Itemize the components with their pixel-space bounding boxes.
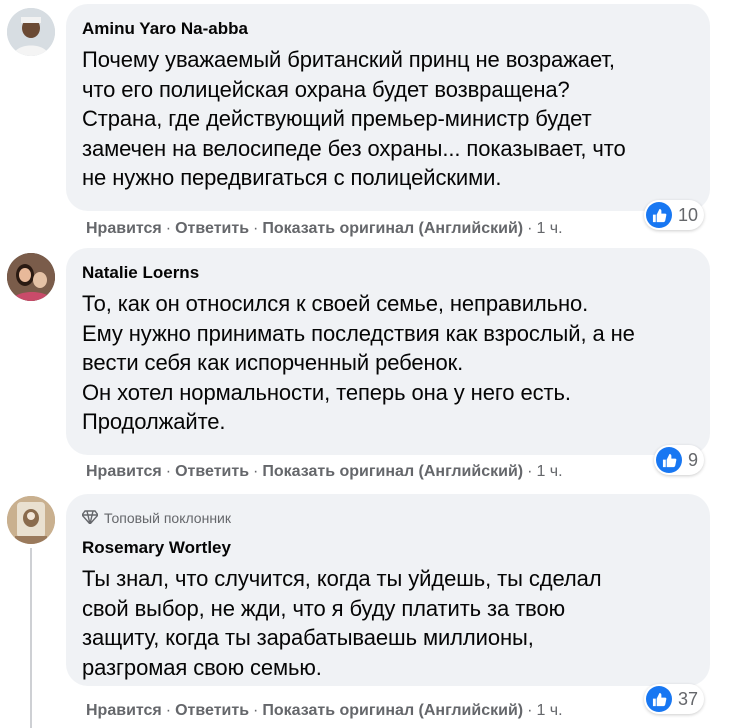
comment-text: Почему уважаемый британский принц не воз… bbox=[82, 47, 626, 190]
comment-text: То, как он относился к своей семье, непр… bbox=[82, 291, 635, 434]
comment-1: Aminu Yaro Na-abba Почему уважаемый брит… bbox=[0, 0, 740, 245]
reactions-count: 37 bbox=[678, 688, 699, 709]
comment-3: Топовый поклонник Rosemary Wortley Ты зн… bbox=[0, 490, 740, 728]
avatar[interactable] bbox=[7, 253, 55, 301]
comment-time[interactable]: 1 ч. bbox=[536, 463, 562, 480]
reactions-count: 10 bbox=[678, 204, 699, 225]
comment-bubble: Natalie Loerns То, как он относился к св… bbox=[66, 248, 710, 455]
comment-text: Ты знал, что случится, когда ты уйдешь, … bbox=[82, 566, 602, 680]
thumbs-up-icon bbox=[646, 202, 672, 228]
reactions-pill[interactable]: 37 bbox=[644, 684, 705, 714]
reply-link[interactable]: Ответить bbox=[175, 463, 249, 480]
comment-author[interactable]: Aminu Yaro Na-abba bbox=[82, 19, 694, 39]
diamond-icon bbox=[81, 509, 99, 527]
badge-label: Топовый поклонник bbox=[104, 510, 231, 526]
comment-time[interactable]: 1 ч. bbox=[536, 702, 562, 719]
show-original-link[interactable]: Показать оригинал (Английский) bbox=[262, 220, 523, 237]
top-fan-badge: Топовый поклонник bbox=[81, 508, 694, 528]
comment-bubble: Топовый поклонник Rosemary Wortley Ты зн… bbox=[66, 494, 710, 686]
thumbs-up-icon bbox=[656, 447, 682, 473]
comment-actions: Нравится · Ответить · Показать оригинал (Анг… bbox=[86, 463, 563, 480]
comment-time[interactable]: 1 ч. bbox=[536, 220, 562, 237]
like-link[interactable]: Нравится bbox=[86, 702, 162, 719]
reactions-pill[interactable]: 10 bbox=[644, 200, 705, 230]
reply-link[interactable]: Ответить bbox=[175, 702, 249, 719]
comment-bubble: Aminu Yaro Na-abba Почему уважаемый брит… bbox=[66, 4, 710, 211]
show-original-link[interactable]: Показать оригинал (Английский) bbox=[262, 463, 523, 480]
comment-actions: Нравится · Ответить · Показать оригинал (Анг… bbox=[86, 220, 563, 237]
comment-author[interactable]: Rosemary Wortley bbox=[82, 538, 694, 558]
comment-actions: Нравится · Ответить · Показать оригинал (Анг… bbox=[86, 702, 563, 719]
thumbs-up-icon bbox=[646, 686, 672, 712]
reply-link[interactable]: Ответить bbox=[175, 220, 249, 237]
like-link[interactable]: Нравится bbox=[86, 220, 162, 237]
comment-author[interactable]: Natalie Loerns bbox=[82, 263, 694, 283]
avatar[interactable] bbox=[7, 8, 55, 56]
comment-2: Natalie Loerns То, как он относился к св… bbox=[0, 245, 740, 490]
reactions-count: 9 bbox=[688, 449, 699, 470]
show-original-link[interactable]: Показать оригинал (Английский) bbox=[262, 702, 523, 719]
like-link[interactable]: Нравится bbox=[86, 463, 162, 480]
reactions-pill[interactable]: 9 bbox=[654, 445, 705, 475]
avatar[interactable] bbox=[7, 496, 55, 544]
